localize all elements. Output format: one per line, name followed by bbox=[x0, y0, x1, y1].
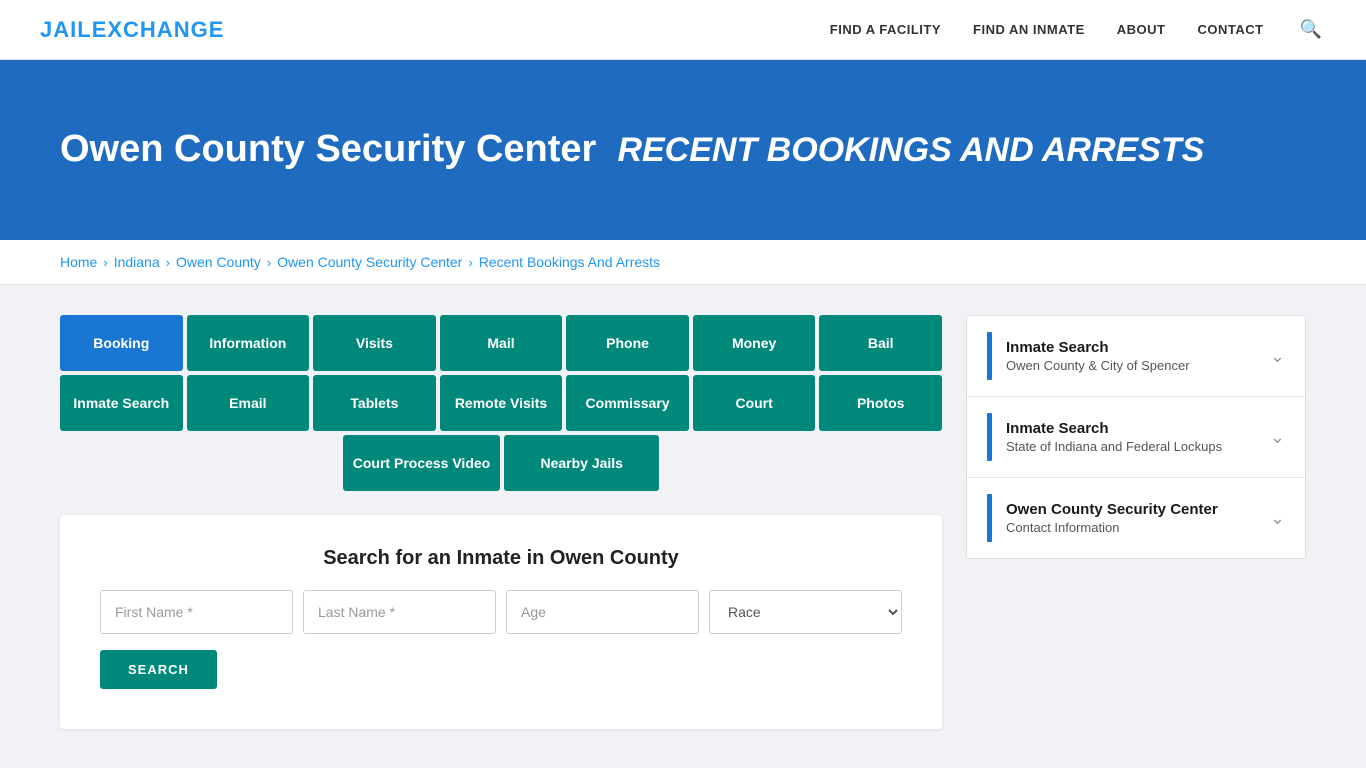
search-title: Search for an Inmate in Owen County bbox=[100, 547, 902, 570]
logo-exchange: EXCHANGE bbox=[92, 17, 225, 42]
button-grid-row1: Booking Information Visits Mail Phone Mo… bbox=[60, 315, 942, 371]
nav-contact[interactable]: CONTACT bbox=[1197, 22, 1263, 37]
main-content: Booking Information Visits Mail Phone Mo… bbox=[0, 285, 1366, 759]
sidebar-item-title-0: Inmate Search bbox=[1006, 339, 1190, 356]
breadcrumb: Home › Indiana › Owen County › Owen Coun… bbox=[60, 254, 1306, 270]
sidebar-item-0[interactable]: Inmate Search Owen County & City of Spen… bbox=[967, 316, 1305, 397]
btn-court[interactable]: Court bbox=[693, 375, 816, 431]
btn-inmate-search[interactable]: Inmate Search bbox=[60, 375, 183, 431]
btn-bail[interactable]: Bail bbox=[819, 315, 942, 371]
last-name-input[interactable] bbox=[303, 590, 496, 634]
hero-title-em: RECENT BOOKINGS AND ARRESTS bbox=[617, 131, 1204, 169]
chevron-icon-3: › bbox=[468, 255, 472, 270]
btn-nearby-jails[interactable]: Nearby Jails bbox=[504, 435, 659, 491]
right-sidebar: Inmate Search Owen County & City of Spen… bbox=[966, 315, 1306, 559]
sidebar-item-text-2: Owen County Security Center Contact Info… bbox=[1006, 501, 1218, 535]
breadcrumb-bar: Home › Indiana › Owen County › Owen Coun… bbox=[0, 240, 1366, 285]
sidebar-accent-2 bbox=[987, 494, 992, 542]
sidebar-card: Inmate Search Owen County & City of Spen… bbox=[966, 315, 1306, 559]
chevron-down-icon-1: ⌄ bbox=[1270, 427, 1285, 448]
button-grid-row3: Court Process Video Nearby Jails bbox=[60, 435, 942, 491]
sidebar-item-left-0: Inmate Search Owen County & City of Spen… bbox=[987, 332, 1190, 380]
logo-jail: JAIL bbox=[40, 17, 92, 42]
breadcrumb-owen-county[interactable]: Owen County bbox=[176, 254, 261, 270]
sidebar-item-1[interactable]: Inmate Search State of Indiana and Feder… bbox=[967, 397, 1305, 478]
sidebar-item-title-1: Inmate Search bbox=[1006, 420, 1222, 437]
sidebar-accent-0 bbox=[987, 332, 992, 380]
breadcrumb-indiana[interactable]: Indiana bbox=[114, 254, 160, 270]
first-name-input[interactable] bbox=[100, 590, 293, 634]
hero-section: Owen County Security Center RECENT BOOKI… bbox=[0, 60, 1366, 240]
chevron-icon-2: › bbox=[267, 255, 271, 270]
sidebar-item-title-2: Owen County Security Center bbox=[1006, 501, 1218, 518]
hero-title-main: Owen County Security Center bbox=[60, 128, 596, 170]
breadcrumb-security-center[interactable]: Owen County Security Center bbox=[277, 254, 462, 270]
logo[interactable]: JAILEXCHANGE bbox=[40, 17, 224, 43]
chevron-down-icon-2: ⌄ bbox=[1270, 508, 1285, 529]
btn-booking[interactable]: Booking bbox=[60, 315, 183, 371]
btn-phone[interactable]: Phone bbox=[566, 315, 689, 371]
btn-photos[interactable]: Photos bbox=[819, 375, 942, 431]
page-title: Owen County Security Center RECENT BOOKI… bbox=[60, 127, 1204, 173]
chevron-icon-0: › bbox=[103, 255, 107, 270]
race-select[interactable]: Race White Black Hispanic Asian Other bbox=[709, 590, 902, 634]
breadcrumb-home[interactable]: Home bbox=[60, 254, 97, 270]
nav-about[interactable]: ABOUT bbox=[1117, 22, 1166, 37]
btn-money[interactable]: Money bbox=[693, 315, 816, 371]
btn-email[interactable]: Email bbox=[187, 375, 310, 431]
chevron-down-icon-0: ⌄ bbox=[1270, 346, 1285, 367]
sidebar-item-left-2: Owen County Security Center Contact Info… bbox=[987, 494, 1218, 542]
btn-remote-visits[interactable]: Remote Visits bbox=[440, 375, 563, 431]
search-form-row: Race White Black Hispanic Asian Other bbox=[100, 590, 902, 634]
btn-court-process-video[interactable]: Court Process Video bbox=[343, 435, 500, 491]
sidebar-item-text-0: Inmate Search Owen County & City of Spen… bbox=[1006, 339, 1190, 373]
search-icon-button[interactable]: 🔍 bbox=[1296, 15, 1326, 44]
sidebar-item-subtitle-0: Owen County & City of Spencer bbox=[1006, 358, 1190, 373]
sidebar-item-text-1: Inmate Search State of Indiana and Feder… bbox=[1006, 420, 1222, 454]
btn-commissary[interactable]: Commissary bbox=[566, 375, 689, 431]
btn-tablets[interactable]: Tablets bbox=[313, 375, 436, 431]
sidebar-item-2[interactable]: Owen County Security Center Contact Info… bbox=[967, 478, 1305, 558]
chevron-icon-1: › bbox=[166, 255, 170, 270]
sidebar-accent-1 bbox=[987, 413, 992, 461]
header: JAILEXCHANGE FIND A FACILITY FIND AN INM… bbox=[0, 0, 1366, 60]
search-button[interactable]: SEARCH bbox=[100, 650, 217, 689]
sidebar-item-subtitle-1: State of Indiana and Federal Lockups bbox=[1006, 439, 1222, 454]
nav-find-inmate[interactable]: FIND AN INMATE bbox=[973, 22, 1085, 37]
sidebar-item-subtitle-2: Contact Information bbox=[1006, 520, 1218, 535]
btn-information[interactable]: Information bbox=[187, 315, 310, 371]
age-input[interactable] bbox=[506, 590, 699, 634]
btn-visits[interactable]: Visits bbox=[313, 315, 436, 371]
sidebar-item-left-1: Inmate Search State of Indiana and Feder… bbox=[987, 413, 1222, 461]
button-grid-row2: Inmate Search Email Tablets Remote Visit… bbox=[60, 375, 942, 431]
main-nav: FIND A FACILITY FIND AN INMATE ABOUT CON… bbox=[830, 15, 1326, 44]
nav-find-facility[interactable]: FIND A FACILITY bbox=[830, 22, 941, 37]
breadcrumb-current: Recent Bookings And Arrests bbox=[479, 254, 660, 270]
btn-mail[interactable]: Mail bbox=[440, 315, 563, 371]
search-panel: Search for an Inmate in Owen County Race… bbox=[60, 515, 942, 729]
left-column: Booking Information Visits Mail Phone Mo… bbox=[60, 315, 942, 729]
